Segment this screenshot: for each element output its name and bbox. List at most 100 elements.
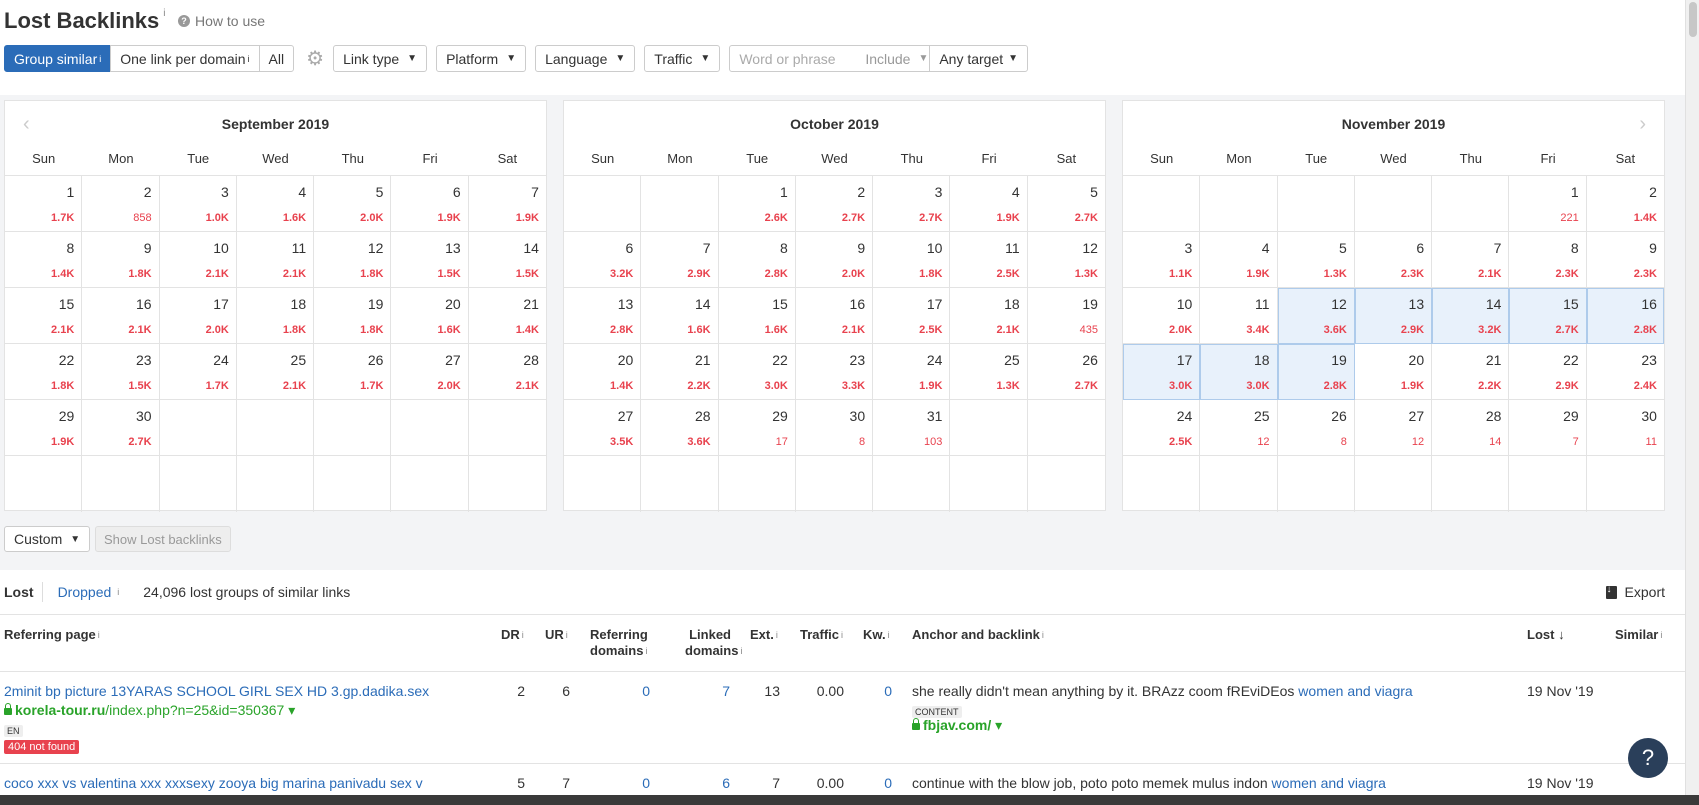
- calendar-day[interactable]: 13 1.5K: [391, 232, 469, 288]
- col-traffic[interactable]: Traffic i: [800, 627, 843, 643]
- info-icon[interactable]: i: [163, 8, 165, 19]
- calendar-day[interactable]: 13 2.8K: [564, 288, 642, 344]
- any-target-dropdown[interactable]: Any target ▼: [929, 45, 1029, 72]
- calendar-day[interactable]: 25 12: [1200, 400, 1278, 456]
- calendar-day[interactable]: 1 1.7K: [5, 176, 83, 232]
- calendar-day[interactable]: 10 2.0K: [1123, 288, 1201, 344]
- calendar-day[interactable]: 13 2.9K: [1354, 288, 1433, 344]
- calendar-day[interactable]: 23 2.4K: [1587, 344, 1664, 400]
- referring-page-url[interactable]: korela-tour.ru/index.php?n=25&id=350367 …: [4, 702, 295, 719]
- anchor-link[interactable]: women and viagra: [1272, 775, 1386, 791]
- calendar-day[interactable]: 12 1.3K: [1028, 232, 1105, 288]
- col-similar[interactable]: Similar i: [1615, 627, 1662, 643]
- gear-icon[interactable]: ⚙: [306, 48, 324, 70]
- calendar-day[interactable]: 21 2.2K: [1432, 344, 1510, 400]
- calendar-day[interactable]: 22 1.8K: [5, 344, 83, 400]
- calendar-day[interactable]: 16 2.1K: [82, 288, 160, 344]
- calendar-day[interactable]: 30 2.7K: [82, 400, 160, 456]
- calendar-day[interactable]: 23 3.3K: [796, 344, 874, 400]
- calendar-day[interactable]: 27 2.0K: [391, 344, 469, 400]
- calendar-day[interactable]: 28 2.1K: [469, 344, 546, 400]
- calendar-day[interactable]: 25 1.3K: [950, 344, 1028, 400]
- calendar-day[interactable]: 25 2.1K: [237, 344, 315, 400]
- calendar-day[interactable]: 8 2.3K: [1509, 232, 1587, 288]
- calendar-day[interactable]: 6 1.9K: [391, 176, 469, 232]
- scrollbar[interactable]: [1685, 0, 1699, 805]
- col-ur[interactable]: UR i: [545, 627, 568, 643]
- calendar-day[interactable]: 14 1.5K: [469, 232, 546, 288]
- calendar-day[interactable]: 14 3.2K: [1432, 288, 1510, 344]
- calendar-day[interactable]: 7 2.9K: [641, 232, 719, 288]
- calendar-day[interactable]: 26 1.7K: [314, 344, 392, 400]
- calendar-day[interactable]: 15 1.6K: [719, 288, 796, 344]
- calendar-day[interactable]: 30 8: [796, 400, 874, 456]
- calendar-day[interactable]: 19 2.8K: [1277, 344, 1355, 400]
- one-link-per-domain-button[interactable]: One link per domain i: [110, 45, 260, 72]
- calendar-day[interactable]: 5 1.3K: [1278, 232, 1355, 288]
- kw-value[interactable]: 0: [862, 775, 892, 791]
- anchor-link[interactable]: women and viagra: [1298, 683, 1412, 699]
- calendar-day[interactable]: 12 3.6K: [1277, 288, 1355, 344]
- col-dr[interactable]: DR i: [501, 627, 524, 643]
- calendar-day[interactable]: 17 2.5K: [873, 288, 951, 344]
- calendar-day[interactable]: 22 3.0K: [719, 344, 796, 400]
- custom-range-dropdown[interactable]: Custom ▼: [4, 526, 91, 552]
- all-button[interactable]: All: [258, 45, 295, 72]
- calendar-day[interactable]: 27 3.5K: [564, 400, 642, 456]
- linked-domains-value[interactable]: 7: [700, 683, 730, 699]
- calendar-day[interactable]: 8 2.8K: [719, 232, 796, 288]
- calendar-day[interactable]: 15 2.7K: [1509, 288, 1587, 344]
- calendar-day[interactable]: 6 2.3K: [1355, 232, 1433, 288]
- calendar-day[interactable]: 29 17: [719, 400, 796, 456]
- calendar-day[interactable]: 1 2.6K: [719, 176, 796, 232]
- calendar-day[interactable]: 16 2.8K: [1586, 288, 1664, 344]
- kw-value[interactable]: 0: [862, 683, 892, 699]
- tab-dropped[interactable]: Dropped: [58, 584, 112, 600]
- calendar-day[interactable]: 3 1.0K: [160, 176, 237, 232]
- calendar-day[interactable]: 10 1.8K: [873, 232, 951, 288]
- linked-domains-value[interactable]: 6: [700, 775, 730, 791]
- calendar-day[interactable]: 26 8: [1278, 400, 1355, 456]
- calendar-day[interactable]: 3 2.7K: [873, 176, 951, 232]
- referring-page-title[interactable]: coco xxx vs valentina xxx xxxsexy zooya …: [4, 775, 423, 791]
- calendar-day[interactable]: 26 2.7K: [1028, 344, 1105, 400]
- help-button[interactable]: ?: [1628, 738, 1668, 778]
- calendar-day[interactable]: 5 2.0K: [314, 176, 392, 232]
- calendar-day[interactable]: 16 2.1K: [796, 288, 874, 344]
- show-lost-backlinks-button[interactable]: Show Lost backlinks: [95, 526, 231, 552]
- calendar-day[interactable]: 24 2.5K: [1123, 400, 1201, 456]
- calendar-day[interactable]: 18 2.1K: [950, 288, 1028, 344]
- calendar-day[interactable]: 24 1.7K: [160, 344, 237, 400]
- col-lost[interactable]: Lost ↓: [1527, 627, 1565, 643]
- calendar-day[interactable]: 11 2.5K: [950, 232, 1028, 288]
- calendar-day[interactable]: 21 1.4K: [469, 288, 546, 344]
- calendar-day[interactable]: 4 1.9K: [950, 176, 1028, 232]
- calendar-day[interactable]: 7 1.9K: [469, 176, 546, 232]
- col-anchor-and-backlink[interactable]: Anchor and backlink i: [912, 627, 1044, 643]
- calendar-day[interactable]: 22 2.9K: [1509, 344, 1587, 400]
- calendar-day[interactable]: 5 2.7K: [1028, 176, 1105, 232]
- referring-domains-value[interactable]: 0: [620, 683, 650, 699]
- calendar-day[interactable]: 28 3.6K: [641, 400, 719, 456]
- col-referring-page[interactable]: Referring page i: [4, 627, 100, 643]
- caret-down-icon[interactable]: ▾: [995, 717, 1002, 733]
- referring-domains-value[interactable]: 0: [620, 775, 650, 791]
- calendar-day[interactable]: 24 1.9K: [873, 344, 951, 400]
- calendar-day[interactable]: 17 2.0K: [160, 288, 237, 344]
- calendar-day[interactable]: 20 1.9K: [1355, 344, 1433, 400]
- calendar-day[interactable]: 29 7: [1509, 400, 1587, 456]
- scrollbar-thumb[interactable]: [1689, 2, 1697, 37]
- calendar-day[interactable]: 21 2.2K: [641, 344, 719, 400]
- referring-page-title[interactable]: 2minit bp picture 13YARAS SCHOOL GIRL SE…: [4, 683, 429, 699]
- calendar-day[interactable]: 27 12: [1355, 400, 1433, 456]
- export-button[interactable]: Export: [1605, 584, 1665, 600]
- backlink-target[interactable]: fbjav.com/ ▾: [912, 717, 1002, 734]
- calendar-day[interactable]: 6 3.2K: [564, 232, 642, 288]
- calendar-day[interactable]: 14 1.6K: [641, 288, 719, 344]
- calendar-day[interactable]: 20 1.6K: [391, 288, 469, 344]
- platform-dropdown[interactable]: Platform ▼: [436, 45, 527, 72]
- calendar-day[interactable]: 28 14: [1432, 400, 1510, 456]
- tab-lost[interactable]: Lost: [4, 584, 34, 600]
- calendar-day[interactable]: 15 2.1K: [5, 288, 83, 344]
- calendar-day[interactable]: 12 1.8K: [314, 232, 392, 288]
